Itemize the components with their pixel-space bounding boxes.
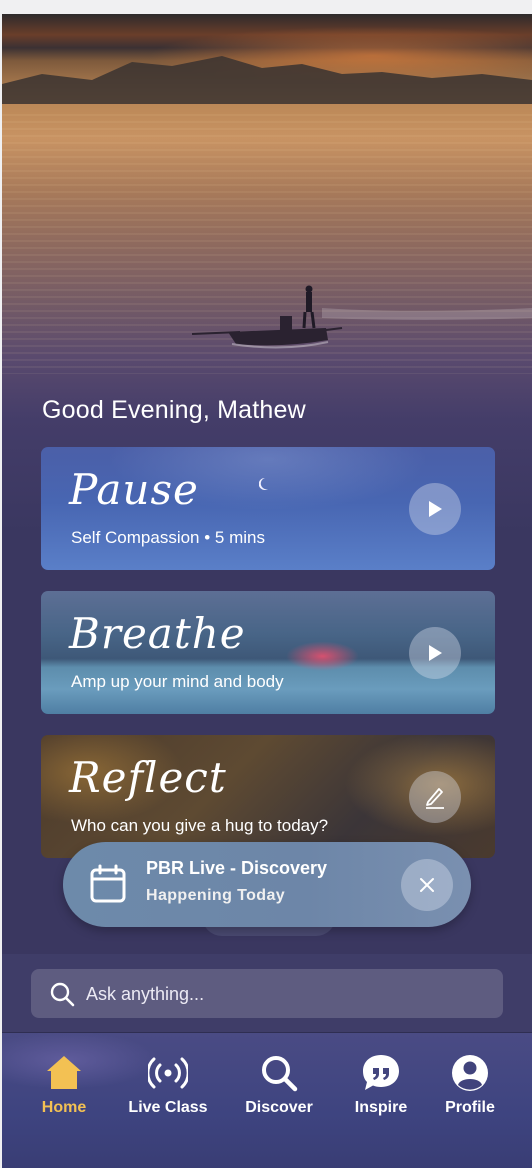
home-icon <box>47 1056 81 1089</box>
nav-item-home[interactable]: Home <box>14 1053 114 1117</box>
play-icon <box>429 501 442 517</box>
nav-label-discover: Discover <box>245 1099 313 1116</box>
nav-label-home: Home <box>41 1099 87 1116</box>
quote-bubble-icon <box>363 1055 399 1090</box>
nav-label-live-class: Live Class <box>128 1099 208 1116</box>
toast-close-button[interactable] <box>401 859 453 911</box>
play-icon <box>429 645 442 661</box>
bottom-nav: Home Live Class Discover Inspire Profile <box>2 1032 532 1168</box>
pencil-icon <box>426 788 444 809</box>
breathe-card[interactable]: Breathe Amp up your mind and body <box>41 591 495 714</box>
greeting-heading: Good Evening, Mathew <box>42 396 306 424</box>
search-icon <box>262 1056 298 1092</box>
moon-icon <box>259 477 268 490</box>
pause-card[interactable]: Pause Self Compassion • 5 mins <box>41 447 495 570</box>
live-class-toast[interactable]: PBR Live - Discovery Happening Today <box>63 842 471 927</box>
nav-label-inspire: Inspire <box>354 1099 408 1116</box>
close-icon <box>420 878 434 892</box>
pause-title: Pause <box>69 465 199 514</box>
reflect-edit-button[interactable] <box>409 771 461 823</box>
toast-title: PBR Live - Discovery <box>146 858 328 878</box>
user-icon <box>452 1055 488 1091</box>
calendar-icon <box>90 864 126 903</box>
pause-subtitle: Self Compassion • 5 mins <box>71 528 265 547</box>
toast-subtitle: Happening Today <box>146 887 286 904</box>
breathe-title: Breathe <box>69 609 246 658</box>
search-icon <box>50 982 75 1007</box>
pause-play-button[interactable] <box>409 483 461 535</box>
breathe-play-button[interactable] <box>409 627 461 679</box>
search-area: Ask anything... <box>2 954 532 1032</box>
search-input[interactable]: Ask anything... <box>31 969 503 1018</box>
breathe-subtitle: Amp up your mind and body <box>71 672 284 691</box>
mountain-silhouette <box>2 56 532 104</box>
search-placeholder: Ask anything... <box>86 984 205 1004</box>
nav-item-discover[interactable]: Discover <box>229 1053 329 1117</box>
reflect-card[interactable]: Reflect Who can you give a hug to today? <box>41 735 495 858</box>
live-broadcast-icon <box>148 1057 188 1089</box>
boat-silhouette <box>192 285 532 349</box>
reflect-subtitle: Who can you give a hug to today? <box>71 816 329 835</box>
nav-item-live-class[interactable]: Live Class <box>118 1053 218 1117</box>
nav-item-profile[interactable]: Profile <box>420 1053 520 1117</box>
reflect-title: Reflect <box>69 753 227 802</box>
nav-item-inspire[interactable]: Inspire <box>331 1053 431 1117</box>
app-screen: Good Evening, Mathew Pause Self Compassi… <box>2 14 532 1168</box>
nav-label-profile: Profile <box>445 1099 495 1116</box>
